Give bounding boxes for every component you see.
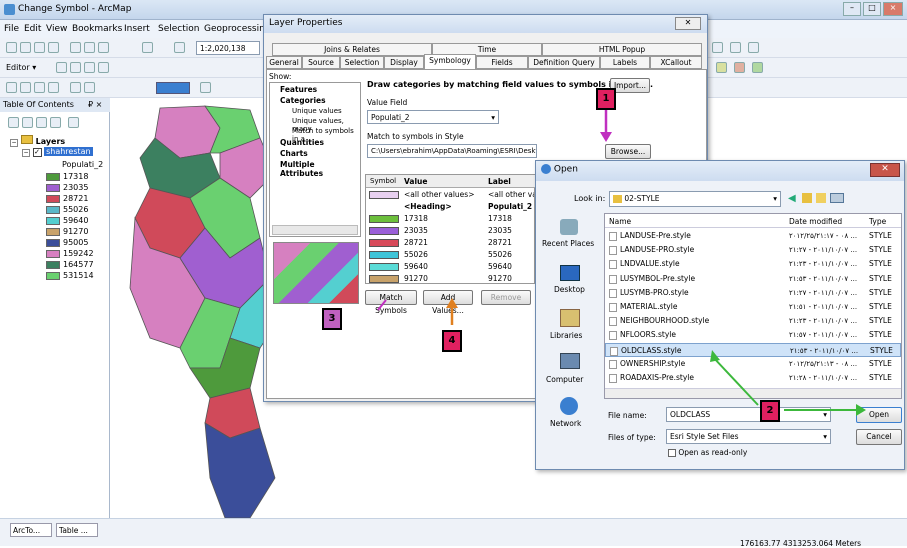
- tutorial-arrows: [377, 110, 866, 416]
- arrow-1-head: [600, 132, 612, 142]
- callout-2: 2: [760, 400, 780, 422]
- arrow-2a: [711, 355, 759, 406]
- arrow-4-head: [446, 298, 458, 308]
- callout-4: 4: [442, 330, 462, 352]
- callout-1: 1: [596, 88, 616, 110]
- callout-3: 3: [322, 308, 342, 330]
- arrow-3: [377, 299, 387, 311]
- arrow-2a-head: [710, 350, 720, 362]
- arrow-2b-head: [856, 404, 866, 416]
